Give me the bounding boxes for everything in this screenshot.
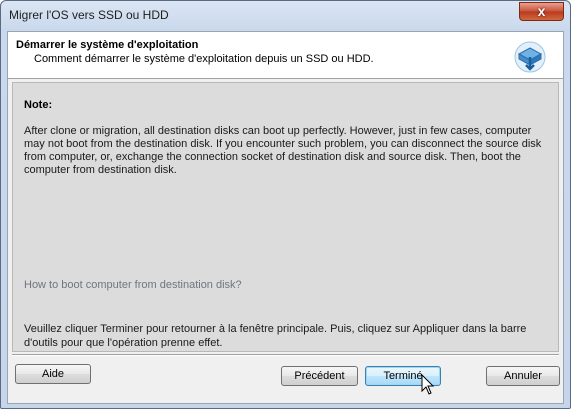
close-button[interactable]: x	[519, 2, 564, 21]
cancel-button[interactable]: Annuler	[486, 366, 560, 386]
window-title: Migrer l'OS vers SSD ou HDD	[9, 8, 169, 22]
disk-migrate-icon	[514, 41, 546, 73]
note-text: After clone or migration, all destinatio…	[24, 125, 542, 176]
page-title: Démarrer le système d'exploitation	[16, 39, 199, 51]
wizard-body: Démarrer le système d'exploitation Comme…	[7, 31, 564, 404]
wizard-window: Migrer l'OS vers SSD ou HDD x Démarrer l…	[0, 0, 571, 409]
title-bar[interactable]: Migrer l'OS vers SSD ou HDD x	[1, 1, 570, 29]
close-icon: x	[537, 3, 546, 19]
content-panel: Note: After clone or migration, all dest…	[12, 82, 559, 352]
wizard-header: Démarrer le système d'exploitation Comme…	[8, 32, 563, 79]
page-subtitle: Comment démarrer le système d'exploitati…	[34, 53, 374, 65]
mouse-pointer-icon	[421, 374, 435, 395]
note-label: Note:	[24, 99, 53, 111]
previous-button[interactable]: Précédent	[281, 366, 358, 386]
help-button[interactable]: Aide	[15, 364, 91, 384]
footer-divider	[12, 354, 559, 356]
howto-boot-link[interactable]: How to boot computer from destination di…	[24, 279, 242, 291]
instructions-text: Veuillez cliquer Terminer pour retourner…	[24, 323, 527, 348]
